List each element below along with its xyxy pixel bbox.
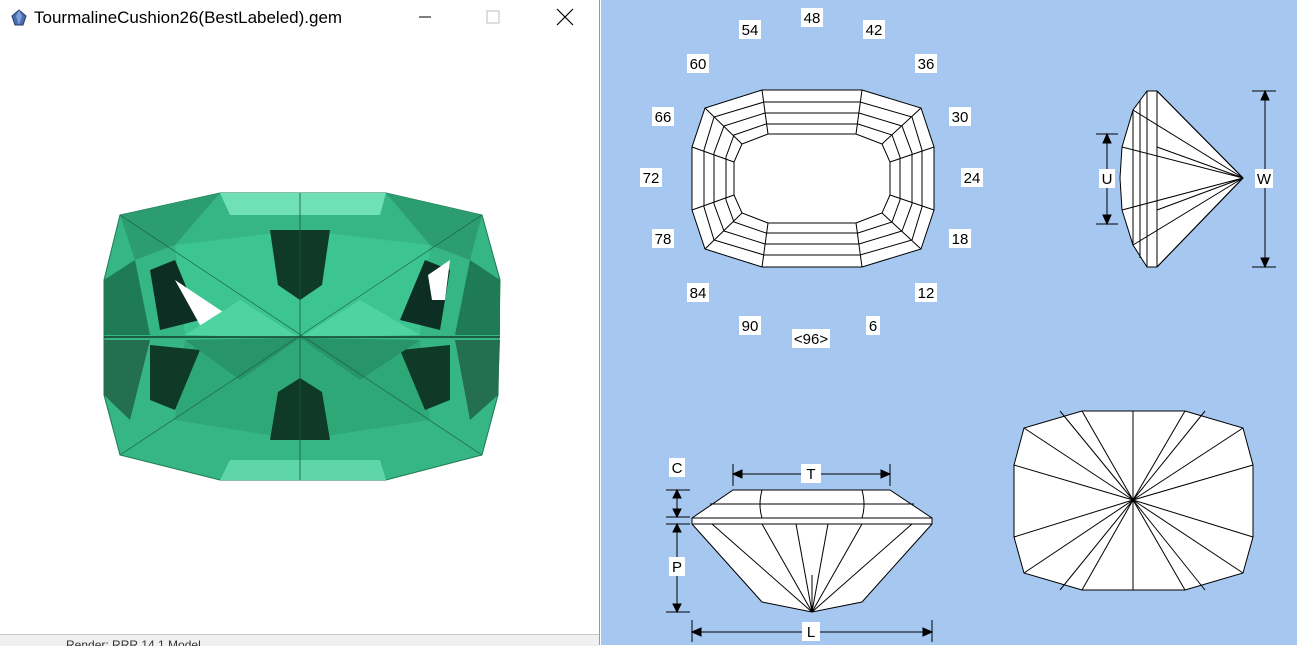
svg-text:30: 30 (952, 109, 969, 126)
facet-diagram-panel: 48 54 42 60 36 66 30 72 24 78 18 84 12 9… (601, 0, 1297, 645)
svg-text:78: 78 (655, 231, 672, 248)
index-label-6: 6 (866, 316, 880, 335)
maximize-icon (486, 10, 500, 24)
dimension-l: L (690, 620, 934, 642)
pavilion-side-view (691, 489, 933, 613)
index-label-18: 18 (949, 229, 971, 248)
facet-diagram: 48 54 42 60 36 66 30 72 24 78 18 84 12 9… (640, 8, 1276, 642)
window-title: TourmalineCushion26(BestLabeled).gem (34, 8, 343, 27)
svg-text:36: 36 (918, 56, 935, 73)
dimension-u: U (1096, 132, 1118, 226)
dimension-label-t: T (806, 466, 815, 483)
minimize-button[interactable] (402, 0, 448, 34)
svg-text:60: 60 (690, 56, 707, 73)
index-label-90: 90 (739, 316, 761, 335)
dimension-w: W (1252, 89, 1276, 269)
svg-text:18: 18 (952, 231, 969, 248)
svg-text:24: 24 (964, 170, 981, 187)
pavilion-bottom-view (1013, 410, 1254, 591)
index-label-12: 12 (915, 283, 937, 302)
gem-render-view[interactable] (0, 36, 599, 634)
index-label-36: 36 (915, 54, 937, 73)
index-label-24: 24 (961, 168, 983, 187)
svg-text:66: 66 (655, 109, 672, 126)
index-label-66: 66 (652, 107, 674, 126)
dimension-label-c: C (672, 460, 683, 477)
index-label-84: 84 (687, 283, 709, 302)
index-label-60: 60 (687, 54, 709, 73)
dimension-t: T (731, 464, 892, 486)
index-label-54: 54 (739, 20, 761, 39)
svg-text:12: 12 (918, 285, 935, 302)
side-profile-view (1119, 90, 1244, 268)
index-label-78: 78 (652, 229, 674, 248)
dimension-label-w: W (1257, 171, 1272, 188)
rendered-gem (103, 192, 501, 481)
svg-text:48: 48 (804, 10, 821, 27)
crown-top-view (691, 89, 935, 268)
dimension-label-p: P (672, 559, 682, 576)
dimension-p: P (666, 522, 690, 614)
index-label-96: <96> (792, 329, 830, 348)
dimension-label-u: U (1102, 171, 1113, 188)
gem-app-icon (11, 9, 27, 26)
close-button[interactable] (542, 0, 588, 34)
svg-text:72: 72 (643, 170, 660, 187)
gem-render-window: TourmalineCushion26(BestLabeled).gem Ren… (0, 0, 600, 646)
svg-text:<96>: <96> (794, 331, 828, 348)
svg-text:90: 90 (742, 318, 759, 335)
svg-text:6: 6 (869, 318, 877, 335)
dimension-label-l: L (807, 624, 815, 641)
close-icon (556, 8, 574, 26)
index-label-30: 30 (949, 107, 971, 126)
svg-text:42: 42 (866, 22, 883, 39)
svg-text:54: 54 (742, 22, 759, 39)
status-bar: Render: RRR 14.1 Model (0, 634, 599, 646)
title-bar[interactable]: TourmalineCushion26(BestLabeled).gem (0, 0, 599, 36)
index-label-72: 72 (640, 168, 662, 187)
dimension-c: C (666, 458, 690, 519)
minimize-icon (419, 16, 431, 18)
maximize-button[interactable] (470, 0, 516, 34)
index-label-42: 42 (863, 20, 885, 39)
index-label-48: 48 (801, 8, 823, 27)
svg-text:84: 84 (690, 285, 707, 302)
